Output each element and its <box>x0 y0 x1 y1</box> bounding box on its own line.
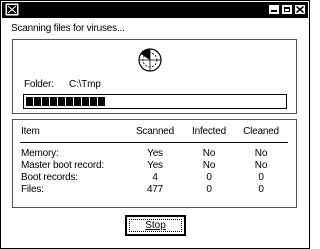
row-item: Files: <box>21 184 44 195</box>
header-divider <box>20 142 288 143</box>
progress-fill <box>26 97 105 106</box>
title-bar[interactable] <box>2 2 308 18</box>
app-icon[interactable] <box>5 3 19 16</box>
progress-block <box>98 97 105 106</box>
row-scanned: Yes <box>147 148 163 159</box>
scan-progress-bar <box>23 94 287 109</box>
progress-block <box>26 97 33 106</box>
scan-dialog-window: Scanning files for viruses... Folder: C:… <box>0 0 310 249</box>
window-controls <box>268 4 306 15</box>
row-infected: 0 <box>206 184 212 195</box>
row-item: Memory: <box>21 148 59 159</box>
status-text: Scanning files for viruses... <box>11 23 125 34</box>
header-item: Item <box>21 126 40 137</box>
close-icon[interactable] <box>294 4 306 15</box>
progress-block <box>66 97 73 106</box>
stop-button-label: Stop <box>129 219 182 232</box>
row-item: Boot records: <box>21 172 78 183</box>
progress-block <box>50 97 57 106</box>
row-item: Master boot record: <box>21 160 104 171</box>
row-cleaned: 0 <box>258 184 264 195</box>
header-cleaned: Cleaned <box>243 126 279 137</box>
progress-block <box>82 97 89 106</box>
progress-block <box>42 97 49 106</box>
folder-path: C:\Tmp <box>69 79 101 90</box>
row-scanned: Yes <box>147 160 163 171</box>
header-scanned: Scanned <box>135 126 175 137</box>
virus-scanner-icon <box>138 48 162 72</box>
header-infected: Infected <box>192 126 226 137</box>
stop-button[interactable]: Stop <box>125 215 186 236</box>
progress-block <box>74 97 81 106</box>
progress-block <box>34 97 41 106</box>
progress-block <box>90 97 97 106</box>
row-infected: No <box>202 160 216 171</box>
row-cleaned: No <box>254 160 268 171</box>
row-scanned: 4 <box>152 172 158 183</box>
progress-block <box>58 97 65 106</box>
row-cleaned: 0 <box>258 172 264 183</box>
minimize-icon[interactable] <box>268 4 280 15</box>
row-cleaned: No <box>254 148 268 159</box>
row-infected: No <box>202 148 216 159</box>
maximize-icon[interactable] <box>281 4 293 15</box>
folder-label: Folder: <box>24 79 54 90</box>
row-scanned: 477 <box>146 184 164 195</box>
row-infected: 0 <box>206 172 212 183</box>
